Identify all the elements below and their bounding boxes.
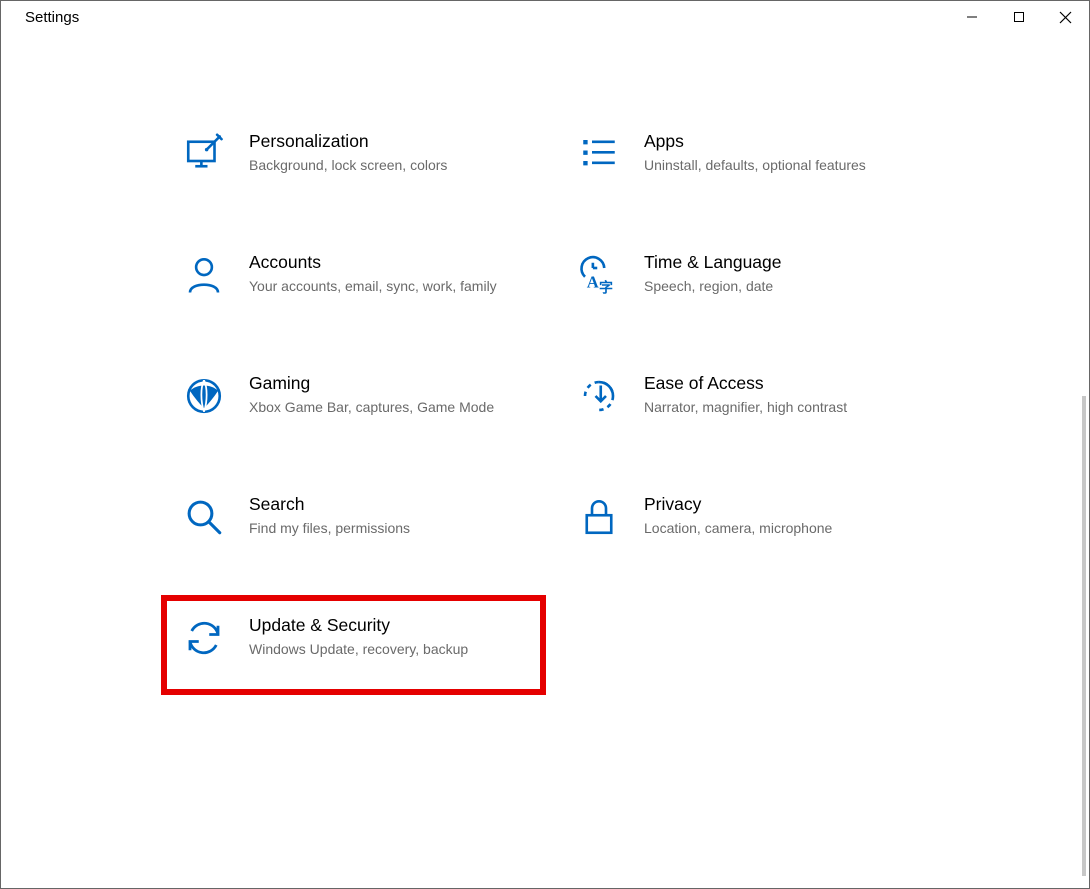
- time-language-icon: A 字: [576, 252, 622, 298]
- settings-grid: Personalization Background, lock screen,…: [1, 61, 921, 725]
- item-desc: Windows Update, recovery, backup: [249, 640, 468, 659]
- settings-item-privacy[interactable]: Privacy Location, camera, microphone: [576, 494, 921, 540]
- gaming-icon: [181, 373, 227, 419]
- maximize-icon: [1013, 11, 1025, 23]
- maximize-button[interactable]: [995, 1, 1042, 33]
- item-desc: Uninstall, defaults, optional features: [644, 156, 866, 175]
- update-security-icon: [181, 615, 227, 661]
- item-title: Privacy: [644, 494, 832, 515]
- settings-item-time-language[interactable]: A 字 Time & Language Speech, region, date: [576, 252, 921, 298]
- item-desc: Speech, region, date: [644, 277, 782, 296]
- apps-icon: [576, 131, 622, 177]
- svg-text:A: A: [587, 272, 599, 291]
- item-title: Ease of Access: [644, 373, 847, 394]
- item-title: Search: [249, 494, 410, 515]
- item-desc: Narrator, magnifier, high contrast: [644, 398, 847, 417]
- svg-text:字: 字: [599, 280, 613, 297]
- search-icon: [181, 494, 227, 540]
- scrollbar[interactable]: [1082, 396, 1086, 876]
- item-title: Accounts: [249, 252, 497, 273]
- item-title: Personalization: [249, 131, 447, 152]
- item-title: Update & Security: [249, 615, 468, 636]
- close-icon: [1059, 11, 1072, 24]
- minimize-button[interactable]: [948, 1, 995, 33]
- title-bar: Settings: [1, 1, 1089, 37]
- minimize-icon: [966, 11, 978, 23]
- settings-item-update-security[interactable]: Update & Security Windows Update, recove…: [181, 615, 526, 675]
- personalization-icon: [181, 131, 227, 177]
- window-title: Settings: [1, 1, 79, 26]
- settings-item-personalization[interactable]: Personalization Background, lock screen,…: [181, 131, 526, 177]
- item-title: Apps: [644, 131, 866, 152]
- settings-window: Settings: [0, 0, 1090, 889]
- window-controls: [948, 1, 1089, 33]
- item-desc: Your accounts, email, sync, work, family: [249, 277, 497, 296]
- item-title: Gaming: [249, 373, 494, 394]
- settings-content: Personalization Background, lock screen,…: [1, 61, 1089, 888]
- settings-item-apps[interactable]: Apps Uninstall, defaults, optional featu…: [576, 131, 921, 177]
- ease-of-access-icon: [576, 373, 622, 419]
- settings-item-accounts[interactable]: Accounts Your accounts, email, sync, wor…: [181, 252, 526, 298]
- settings-item-gaming[interactable]: Gaming Xbox Game Bar, captures, Game Mod…: [181, 373, 526, 419]
- item-desc: Find my files, permissions: [249, 519, 410, 538]
- item-desc: Xbox Game Bar, captures, Game Mode: [249, 398, 494, 417]
- privacy-icon: [576, 494, 622, 540]
- item-desc: Background, lock screen, colors: [249, 156, 447, 175]
- close-button[interactable]: [1042, 1, 1089, 33]
- item-desc: Location, camera, microphone: [644, 519, 832, 538]
- settings-item-search[interactable]: Search Find my files, permissions: [181, 494, 526, 540]
- accounts-icon: [181, 252, 227, 298]
- item-title: Time & Language: [644, 252, 782, 273]
- settings-item-ease-of-access[interactable]: Ease of Access Narrator, magnifier, high…: [576, 373, 921, 419]
